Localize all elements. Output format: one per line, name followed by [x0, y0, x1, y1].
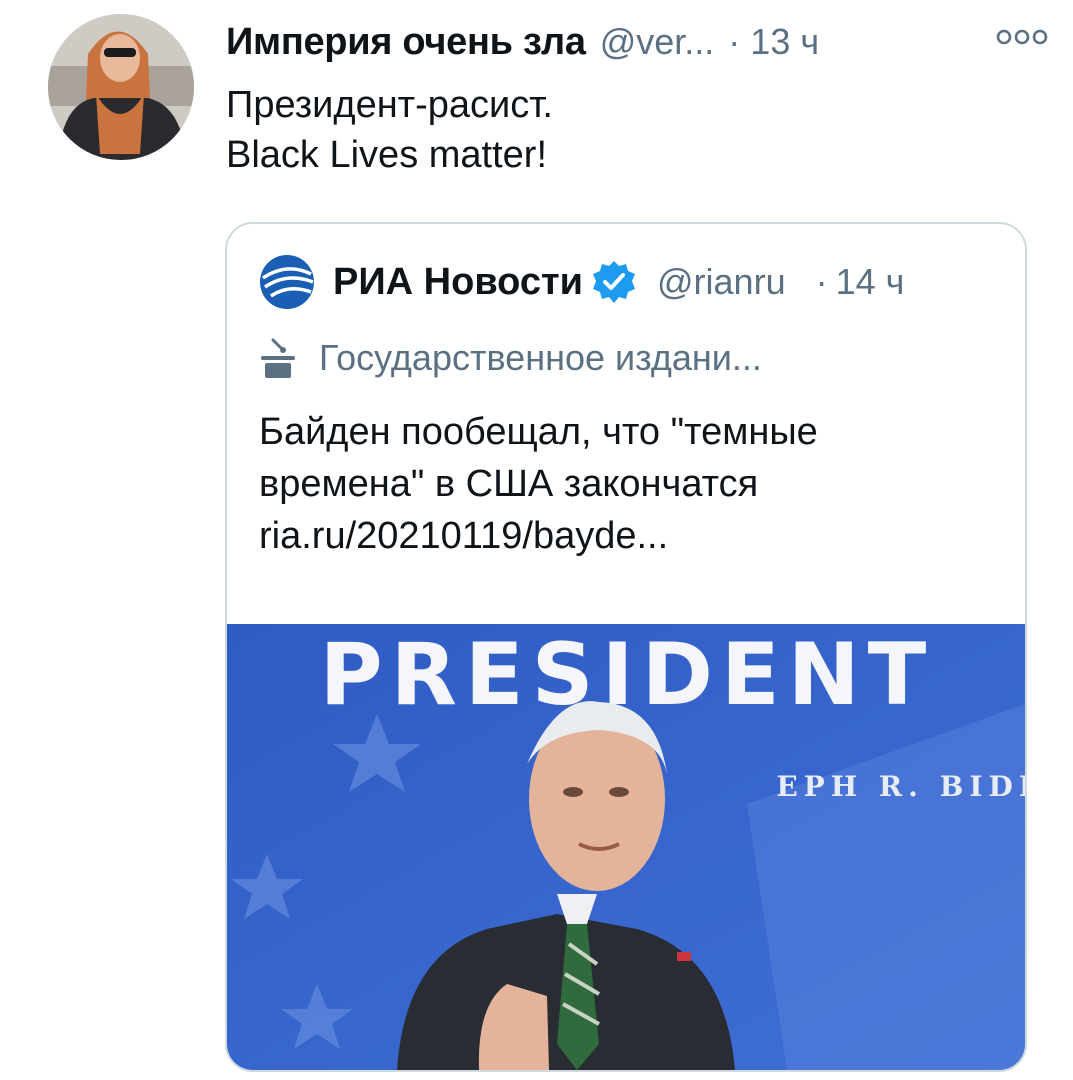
quoted-tweet-header: РИА Новости @rianru · 14 ч — [259, 254, 999, 310]
state-media-podium-icon — [261, 338, 295, 378]
verified-badge-icon — [593, 261, 635, 303]
image-sub-text: EPH R. BIDEN — [776, 770, 1025, 803]
author-avatar[interactable] — [48, 14, 194, 160]
quoted-tweet-text: Байден пообещал, что "темные времена" в … — [259, 406, 999, 562]
tweet-header: Империя очень зла @ver... · 13 ч — [226, 16, 1048, 68]
state-media-label-text: Государственное издани... — [319, 337, 762, 378]
ria-globe-logo — [260, 255, 314, 309]
tweet-text-line: Президент-расист. — [226, 84, 553, 126]
more-dots-icon[interactable] — [996, 22, 1048, 52]
quoted-author-handle[interactable]: @rianru — [657, 261, 786, 303]
tweet[interactable]: Империя очень зла @ver... · 13 ч Президе… — [0, 0, 1073, 1080]
quoted-author-name[interactable]: РИА Новости — [333, 261, 583, 304]
tweet-text: Президент-расист. Black Lives matter! — [226, 80, 1026, 180]
state-media-label[interactable]: Государственное издани... — [259, 332, 999, 384]
quoted-text-line: Байден пообещал, что "темные — [259, 411, 818, 453]
author-name[interactable]: Империя очень зла — [226, 21, 586, 64]
quoted-text-line: времена" в США закончатся — [259, 463, 759, 505]
quoted-link[interactable]: ria.ru/20210119/bayde... — [259, 510, 999, 562]
quoted-tweet-timestamp[interactable]: 14 ч — [836, 261, 905, 303]
author-handle[interactable]: @ver... — [600, 21, 715, 63]
separator-dot: · — [815, 261, 828, 302]
tweet-text-line: Black Lives matter! — [226, 134, 547, 176]
quoted-tweet-image[interactable]: PRESIDENT EPH R. BIDEN — [227, 624, 1025, 1070]
tweet-timestamp[interactable]: 13 ч — [750, 21, 819, 63]
separator-dot: · — [728, 21, 741, 62]
quoted-tweet-card[interactable]: РИА Новости @rianru · 14 ч Государственн… — [225, 222, 1027, 1072]
